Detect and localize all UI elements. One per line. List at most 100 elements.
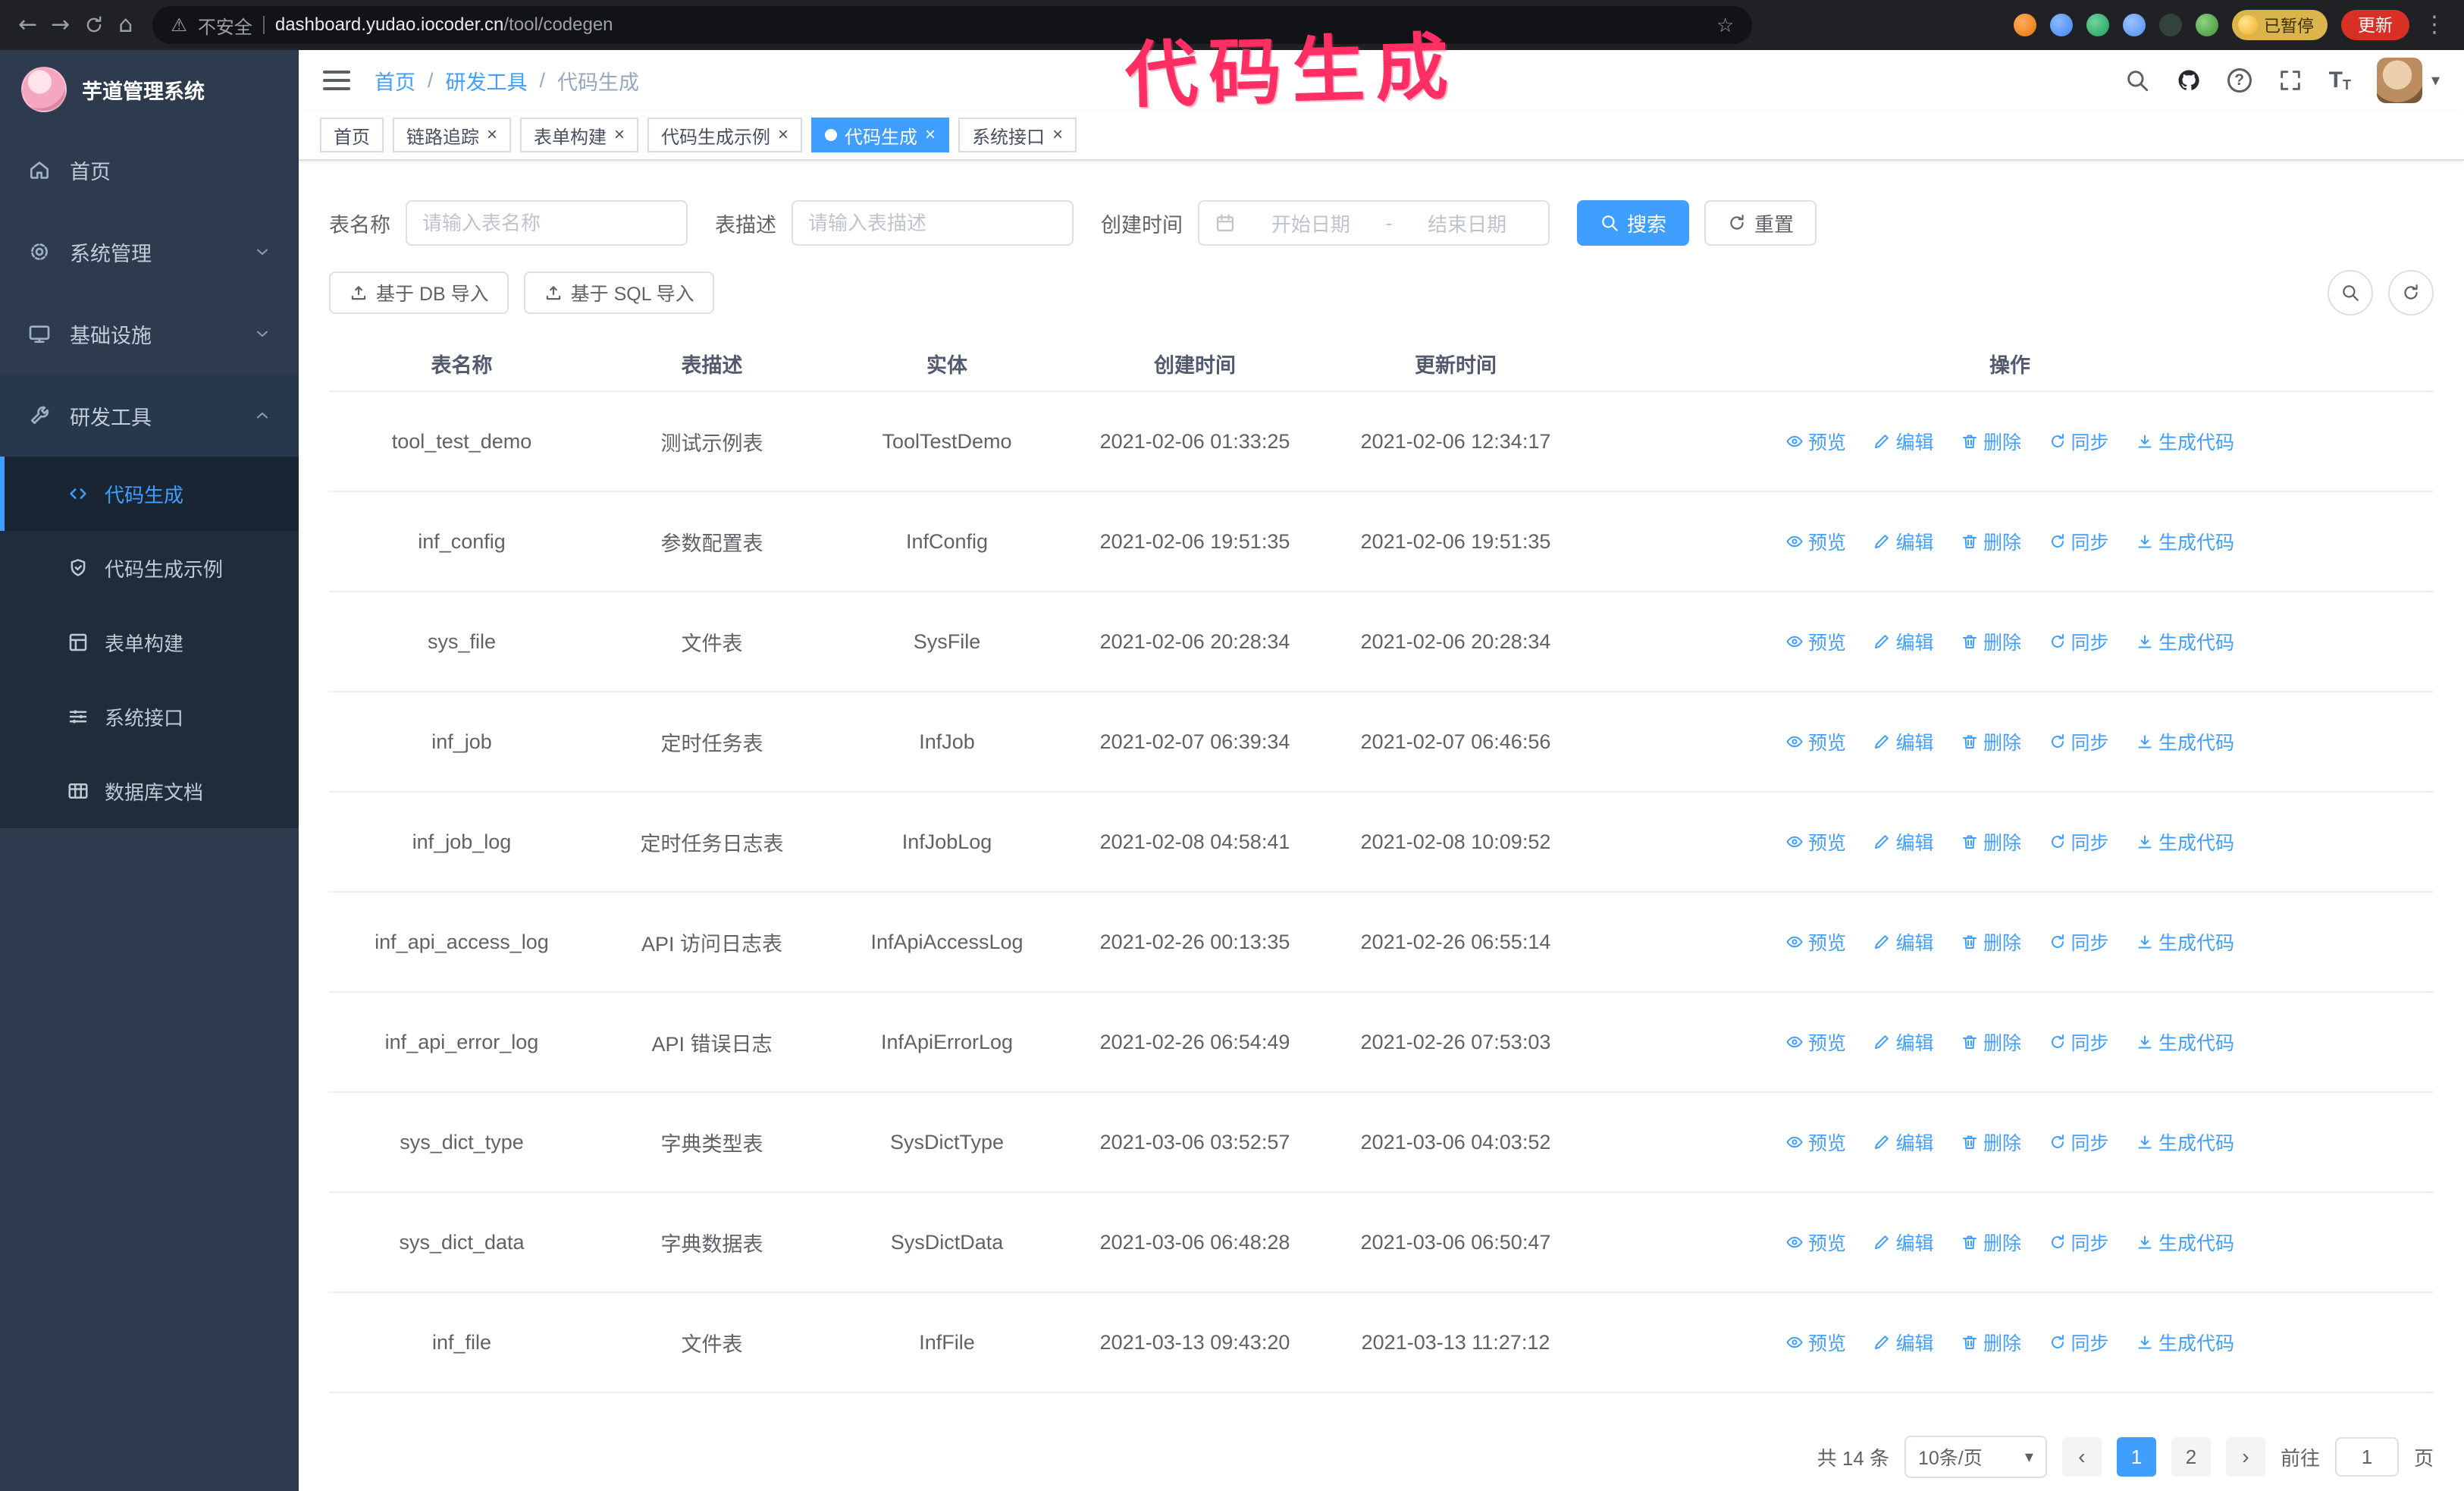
sync-link[interactable]: 同步	[2049, 528, 2109, 555]
close-icon[interactable]: ×	[778, 126, 788, 144]
sidebar-item-system-management[interactable]: 系统管理	[0, 211, 299, 293]
font-size-icon[interactable]: TT	[2329, 69, 2351, 93]
page-size-select[interactable]: 10条/页 ▾	[1904, 1436, 2047, 1478]
home-nav-icon[interactable]: ⌂	[118, 14, 133, 36]
generate-code-link[interactable]: 生成代码	[2136, 1028, 2234, 1056]
import-sql-button[interactable]: 基于 SQL 导入	[523, 272, 714, 314]
edit-link[interactable]: 编辑	[1873, 628, 1933, 655]
preview-link[interactable]: 预览	[1785, 828, 1846, 855]
sync-link[interactable]: 同步	[2049, 728, 2109, 755]
sidebar-item-code-generation-example[interactable]: 代码生成示例	[0, 531, 299, 605]
edit-link[interactable]: 编辑	[1873, 1028, 1933, 1056]
preview-link[interactable]: 预览	[1785, 1028, 1846, 1056]
generate-code-link[interactable]: 生成代码	[2136, 428, 2234, 455]
table-desc-input[interactable]	[792, 200, 1074, 246]
sync-link[interactable]: 同步	[2049, 1229, 2109, 1256]
sidebar-item-home[interactable]: 首页	[0, 129, 299, 211]
extension-green-icon[interactable]	[2086, 14, 2109, 36]
preview-link[interactable]: 预览	[1785, 728, 1846, 755]
extension-leaf-icon[interactable]	[2195, 14, 2218, 36]
github-icon[interactable]	[2176, 67, 2202, 93]
generate-code-link[interactable]: 生成代码	[2136, 728, 2234, 755]
delete-link[interactable]: 删除	[1961, 928, 2021, 956]
next-page-button[interactable]: ›	[2225, 1437, 2265, 1477]
edit-link[interactable]: 编辑	[1873, 528, 1933, 555]
preview-link[interactable]: 预览	[1785, 628, 1846, 655]
sidebar-item-code-generation[interactable]: 代码生成	[0, 457, 299, 531]
table-name-input[interactable]	[406, 200, 688, 246]
delete-link[interactable]: 删除	[1961, 528, 2021, 555]
close-icon[interactable]: ×	[925, 126, 936, 144]
edit-link[interactable]: 编辑	[1873, 1128, 1933, 1156]
breadcrumb-dev-tools[interactable]: 研发工具	[446, 66, 528, 96]
goto-page-input[interactable]	[2334, 1437, 2399, 1477]
preview-link[interactable]: 预览	[1785, 1229, 1846, 1256]
generate-code-link[interactable]: 生成代码	[2136, 928, 2234, 956]
tab-system-api[interactable]: 系统接口 ×	[958, 118, 1077, 152]
extension-people-icon[interactable]	[2122, 14, 2146, 36]
search-button[interactable]: 搜索	[1577, 200, 1690, 246]
extension-dark-icon[interactable]	[2158, 14, 2182, 36]
sidebar-item-dev-tools[interactable]: 研发工具	[0, 375, 299, 457]
delete-link[interactable]: 删除	[1961, 828, 2021, 855]
delete-link[interactable]: 删除	[1961, 728, 2021, 755]
generate-code-link[interactable]: 生成代码	[2136, 1229, 2234, 1256]
page-2-button[interactable]: 2	[2171, 1437, 2211, 1477]
kebab-menu-icon[interactable]: ⋮	[2423, 14, 2446, 36]
preview-link[interactable]: 预览	[1785, 1128, 1846, 1156]
back-icon[interactable]: ←	[18, 14, 37, 36]
url-bar[interactable]: ⚠ 不安全 dashboard.yudao.iocoder.cn/tool/co…	[152, 6, 1753, 44]
show-search-button[interactable]	[2328, 270, 2373, 315]
sidebar-item-database-doc[interactable]: 数据库文档	[0, 754, 299, 828]
user-menu[interactable]: ▾	[2376, 58, 2440, 103]
extension-drop-icon[interactable]	[2049, 14, 2073, 36]
delete-link[interactable]: 删除	[1961, 1128, 2021, 1156]
collapse-sidebar-icon[interactable]	[323, 71, 350, 90]
fullscreen-icon[interactable]	[2277, 67, 2303, 93]
edit-link[interactable]: 编辑	[1873, 1329, 1933, 1356]
close-icon[interactable]: ×	[614, 126, 625, 144]
sync-link[interactable]: 同步	[2049, 1128, 2109, 1156]
sync-link[interactable]: 同步	[2049, 1028, 2109, 1056]
page-1-button[interactable]: 1	[2116, 1437, 2156, 1477]
update-button[interactable]: 更新	[2341, 10, 2409, 40]
help-icon[interactable]: ?	[2227, 68, 2252, 93]
sidebar-item-form-builder[interactable]: 表单构建	[0, 605, 299, 680]
generate-code-link[interactable]: 生成代码	[2136, 828, 2234, 855]
tab-form-builder[interactable]: 表单构建 ×	[520, 118, 639, 152]
sync-link[interactable]: 同步	[2049, 628, 2109, 655]
preview-link[interactable]: 预览	[1785, 1329, 1846, 1356]
generate-code-link[interactable]: 生成代码	[2136, 628, 2234, 655]
sync-link[interactable]: 同步	[2049, 428, 2109, 455]
delete-link[interactable]: 删除	[1961, 628, 2021, 655]
paused-badge[interactable]: 已暂停	[2231, 10, 2328, 40]
preview-link[interactable]: 预览	[1785, 428, 1846, 455]
app-logo[interactable]: 芋道管理系统	[0, 50, 299, 129]
edit-link[interactable]: 编辑	[1873, 828, 1933, 855]
import-db-button[interactable]: 基于 DB 导入	[329, 272, 509, 314]
close-icon[interactable]: ×	[1052, 126, 1063, 144]
breadcrumb-home[interactable]: 首页	[375, 66, 415, 96]
edit-link[interactable]: 编辑	[1873, 1229, 1933, 1256]
extension-fox-icon[interactable]	[2013, 14, 2036, 36]
tab-home[interactable]: 首页	[320, 118, 384, 152]
preview-link[interactable]: 预览	[1785, 928, 1846, 956]
reload-icon[interactable]	[83, 14, 105, 36]
refresh-table-button[interactable]	[2388, 270, 2434, 315]
delete-link[interactable]: 删除	[1961, 1329, 2021, 1356]
bookmark-star-icon[interactable]: ☆	[1716, 14, 1734, 37]
security-label[interactable]: 不安全	[198, 12, 252, 39]
forward-icon[interactable]: →	[51, 14, 70, 36]
preview-link[interactable]: 预览	[1785, 528, 1846, 555]
tab-trace[interactable]: 链路追踪 ×	[393, 118, 512, 152]
delete-link[interactable]: 删除	[1961, 1028, 2021, 1056]
sync-link[interactable]: 同步	[2049, 1329, 2109, 1356]
sidebar-item-system-api[interactable]: 系统接口	[0, 680, 299, 754]
edit-link[interactable]: 编辑	[1873, 928, 1933, 956]
delete-link[interactable]: 删除	[1961, 428, 2021, 455]
close-icon[interactable]: ×	[487, 126, 497, 144]
search-icon[interactable]	[2124, 67, 2150, 93]
sync-link[interactable]: 同步	[2049, 928, 2109, 956]
sidebar-item-infrastructure[interactable]: 基础设施	[0, 293, 299, 375]
generate-code-link[interactable]: 生成代码	[2136, 528, 2234, 555]
